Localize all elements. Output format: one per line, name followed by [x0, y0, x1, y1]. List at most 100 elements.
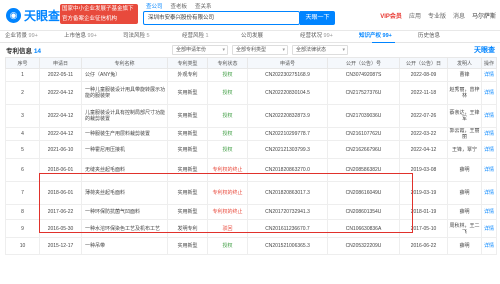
application-number: CN202121303799.3	[247, 140, 328, 159]
publication-number: CN208616049U	[327, 181, 400, 205]
filing-date: 2016-05-30	[39, 219, 82, 238]
inventor: 薛明	[447, 158, 482, 182]
promo-banner[interactable]: 国家中小企业发展子基金旗下 官方备案企业征信机构	[60, 4, 138, 24]
nav-tab-count: 99+	[87, 33, 97, 39]
publication-date: 2022-11-18	[399, 81, 448, 105]
nav-tab-label: 知识产权	[359, 33, 382, 39]
nav-tab-count: 1	[205, 33, 209, 39]
details-link[interactable]: 详情	[481, 204, 497, 220]
details-link[interactable]: 详情	[481, 219, 497, 238]
search-tab[interactable]: 查老板	[171, 2, 188, 10]
nav-tab-count: 99+	[382, 33, 392, 39]
details-link[interactable]: 详情	[481, 68, 497, 82]
publication-date: 2022-07-26	[399, 104, 448, 128]
company-nav: 企业背景 99+ 上市信息 99+ 司法风险 5 经营风险 1 公司发展 经营状…	[0, 31, 500, 43]
application-number: CN202210299778.7	[247, 127, 328, 141]
patent-type: 实用新型	[167, 127, 208, 141]
column-header: 序号	[5, 57, 40, 69]
nav-tab-count: 5	[146, 33, 150, 39]
column-header: 专利类型	[167, 57, 208, 69]
patent-name: 无缝夹丝起毛面料	[81, 158, 168, 182]
filing-date: 2018-06-01	[39, 181, 82, 205]
patent-status: 授权	[207, 104, 248, 128]
nav-tab[interactable]: 历史信息	[413, 31, 472, 43]
nav-tab-label: 经营状况	[300, 33, 323, 39]
patent-name: 薄荷夹丝起毛面料	[81, 181, 168, 205]
row-number: 6	[5, 158, 40, 182]
filing-date: 2021-06-10	[39, 140, 82, 159]
row-number: 9	[5, 219, 40, 238]
patent-status: 授权	[207, 68, 248, 82]
details-link[interactable]: 详情	[481, 127, 497, 141]
publication-date: 2018-01-19	[399, 204, 448, 220]
nav-tab[interactable]: 上市信息 99+	[59, 31, 118, 43]
nav-tab[interactable]: 企业背景 99+	[0, 31, 59, 43]
table-row: 7 2018-06-01 薄荷夹丝起毛面料 实用新型 专利权的终止 CN201820863…	[5, 181, 497, 205]
publication-number: CN208586382U	[327, 158, 400, 182]
patent-status: 授权	[207, 237, 248, 255]
top-right-menu: VIP会员 应用 专业版 消息 马尔萨斯	[380, 11, 496, 20]
chevron-down-icon: ▾	[282, 47, 285, 53]
patent-type: 实用新型	[167, 158, 208, 182]
inventor: 王锋，覃宁	[447, 140, 482, 159]
application-number: CN202220832873.9	[247, 104, 328, 128]
application-number: CN201611236670.7	[247, 219, 328, 238]
inventor: 周秋林，王二飞	[447, 219, 482, 238]
chevron-down-icon: ▾	[222, 47, 225, 53]
logo[interactable]: ◉ 天眼查	[6, 7, 60, 24]
publication-number: CN307492087S	[327, 68, 400, 82]
status-filter-dropdown[interactable]: 全部法律状态 ▾	[292, 45, 348, 55]
inventor: 薛明	[447, 181, 482, 205]
details-link[interactable]: 详情	[481, 104, 497, 128]
patent-filter-bar: 专利信息 14 全部申请年份 ▾ 全部专利类型 ▾ 全部法律状态 ▾ 天眼查	[0, 43, 500, 57]
row-number: 1	[5, 68, 40, 82]
publication-date: 2019-03-08	[399, 158, 448, 182]
pro-link[interactable]: 专业版	[428, 11, 446, 20]
search-button[interactable]: 天眼一下	[300, 11, 335, 25]
details-link[interactable]: 详情	[481, 140, 497, 159]
patent-type: 实用新型	[167, 104, 208, 128]
filing-date: 2022-05-11	[39, 68, 82, 82]
details-link[interactable]: 详情	[481, 181, 497, 205]
patent-name: 公仔（ANY兔）	[81, 68, 168, 82]
nav-tab-intellectual-property[interactable]: 知识产权 99+	[354, 31, 413, 43]
column-header: 公开（公告）日	[399, 57, 448, 69]
patent-type: 外观专利	[167, 68, 208, 82]
publication-number: CN106630836A	[327, 219, 400, 238]
search-tab[interactable]: 查公司	[146, 2, 163, 10]
details-link[interactable]: 详情	[481, 158, 497, 182]
application-number: CN202220830104.5	[247, 81, 328, 105]
patent-type: 实用新型	[167, 181, 208, 205]
promo-line: 国家中小企业发展子基金旗下	[62, 6, 134, 12]
search-input[interactable]: 深圳市安泰兴股份有限公司	[143, 11, 300, 25]
apps-link[interactable]: 应用	[409, 11, 421, 20]
nav-tab[interactable]: 经营风险 1	[177, 31, 236, 43]
table-row: 3 2022-04-12 儿童服装设计具有控制局部尺寸功能的裁剪装置 实用新型 授权 CN…	[5, 104, 497, 128]
nav-tab[interactable]: 司法风险 5	[118, 31, 177, 43]
table-row: 10 2015-12-17 一种吊带 实用新型 授权 CN201521006365.3 CN…	[5, 237, 497, 255]
nav-tab-label: 上市信息	[64, 33, 87, 39]
messages-link[interactable]: 消息	[453, 11, 465, 20]
column-header: 公开（公告）号	[327, 57, 400, 69]
table-row: 2 2022-04-12 一种儿童服装设计用具带旋转展示功能的服装架 实用新型 授权 CN…	[5, 81, 497, 105]
user-menu[interactable]: 马尔萨斯	[472, 11, 496, 20]
details-link[interactable]: 详情	[481, 81, 497, 105]
publication-date: 2016-06-22	[399, 237, 448, 255]
nav-tab[interactable]: 公司发展	[236, 31, 295, 43]
chevron-down-icon: ▾	[342, 47, 345, 53]
patent-status: 专利权的终止	[207, 204, 248, 220]
logo-text: 天眼查	[24, 9, 61, 23]
top-bar: ◉ 天眼查 国家中小企业发展子基金旗下 官方备案企业征信机构 查公司 查老板 查…	[0, 0, 500, 31]
publication-date: 2019-03-19	[399, 181, 448, 205]
type-filter-dropdown[interactable]: 全部专利类型 ▾	[232, 45, 288, 55]
application-number: CN202230275168.9	[247, 68, 328, 82]
nav-tab[interactable]: 经营状况 99+	[295, 31, 354, 43]
column-header: 发明人	[447, 57, 482, 69]
details-link[interactable]: 详情	[481, 237, 497, 255]
patent-count: 14	[33, 48, 42, 55]
year-filter-dropdown[interactable]: 全部申请年份 ▾	[172, 45, 228, 55]
filing-date: 2015-12-17	[39, 237, 82, 255]
patent-name: 儿童服装设计具有控制局部尺寸功能的裁剪装置	[81, 104, 168, 128]
vip-link[interactable]: VIP会员	[380, 11, 402, 20]
search-tab[interactable]: 查关系	[195, 2, 212, 10]
